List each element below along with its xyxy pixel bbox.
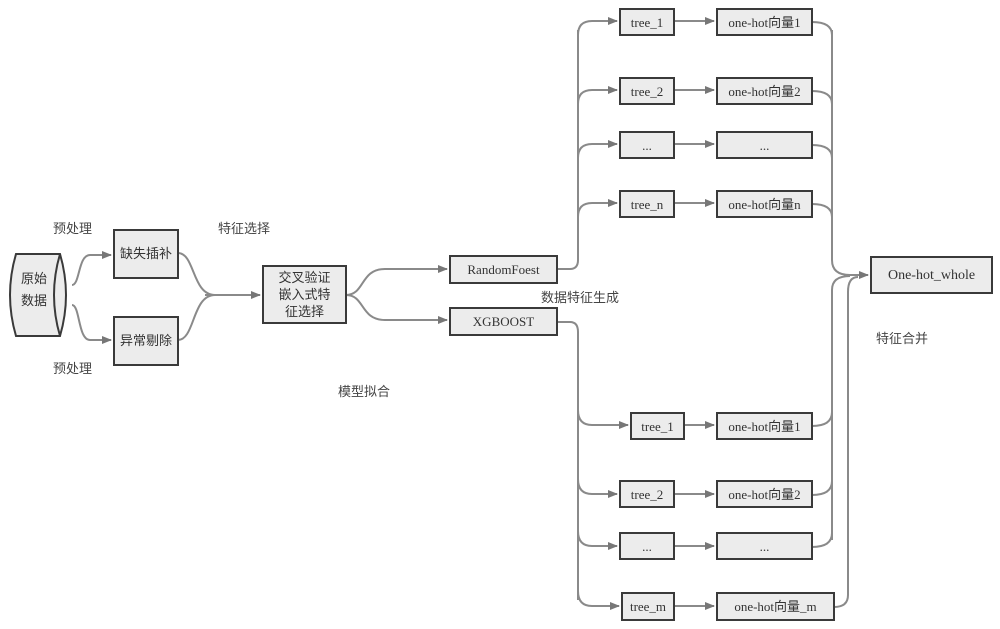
edge-xgb-tree1 bbox=[577, 409, 629, 429]
missing-fill-box[interactable]: 缺失插补 bbox=[113, 229, 179, 279]
edge-xgb-tree3 bbox=[577, 530, 618, 550]
xgb-tree-label: tree_m bbox=[629, 599, 667, 614]
edge-selection-to-rf bbox=[345, 265, 448, 296]
model-fit-label: 模型拟合 bbox=[338, 384, 391, 399]
edge-rf-tree4 bbox=[577, 199, 618, 218]
xgb-tree-box[interactable]: tree_1 bbox=[630, 412, 685, 440]
xgb-vector-box[interactable]: one-hot向量_m bbox=[716, 592, 835, 621]
edge-source-to-missing bbox=[71, 251, 112, 286]
random-forest-label: RandomFoest bbox=[467, 262, 540, 277]
feature-selection-box[interactable]: 交叉验证 嵌入式特 征选择 bbox=[262, 265, 347, 324]
feature-selection-label: 特征选择 bbox=[218, 221, 271, 236]
outlier-remove-label: 异常剔除 bbox=[119, 333, 172, 348]
raw-data-label: 原始 数据 bbox=[12, 268, 56, 312]
edge-xgb-v1-bus bbox=[811, 411, 833, 427]
xgb-bus bbox=[557, 321, 579, 600]
one-hot-whole-box[interactable]: One-hot_whole bbox=[870, 256, 993, 294]
feature-selection-line2: 嵌入式特 bbox=[278, 287, 331, 302]
xgb-tree-box[interactable]: ... bbox=[619, 532, 675, 560]
rf-vector-box[interactable]: one-hot向量1 bbox=[716, 8, 813, 36]
edge-xgb-tree2 bbox=[577, 478, 618, 498]
edge-rf-v4-bus bbox=[811, 203, 833, 218]
edge-rf-tree1 bbox=[577, 17, 618, 36]
edge-xgb-v3-bus bbox=[811, 532, 833, 548]
raw-data-line2: 数据 bbox=[20, 293, 47, 308]
rf-vector-label: one-hot向量n bbox=[728, 196, 801, 212]
xgb-vector-label: one-hot向量_m bbox=[734, 599, 817, 614]
xgb-tree-label: tree_1 bbox=[641, 418, 674, 434]
outlier-remove-box[interactable]: 异常剔除 bbox=[113, 316, 179, 366]
edge-rf-tree2 bbox=[577, 86, 618, 105]
rf-vector-label: one-hot向量1 bbox=[728, 14, 801, 30]
xgb-vector-box[interactable]: ... bbox=[716, 532, 813, 560]
xgboost-label: XGBOOST bbox=[472, 314, 535, 329]
edge-rf-v1-bus bbox=[811, 21, 833, 36]
rf-tree-label: tree_n bbox=[630, 196, 664, 212]
rf-tree-box[interactable]: tree_n bbox=[619, 190, 675, 218]
xgb-tree-box[interactable]: tree_2 bbox=[619, 480, 675, 508]
xgb-vector-label: one-hot向量1 bbox=[728, 418, 801, 434]
edge-xgb-v2-bus bbox=[811, 480, 833, 496]
merge-bus-top bbox=[831, 30, 869, 279]
rf-tree-box[interactable]: tree_1 bbox=[619, 8, 675, 36]
xgb-tree-label: ... bbox=[642, 538, 652, 554]
rf-tree-box[interactable]: ... bbox=[619, 131, 675, 159]
edge-xgb-v4-bus bbox=[833, 276, 859, 608]
xgb-vector-label: one-hot向量2 bbox=[728, 486, 801, 502]
xgb-tree-label: tree_2 bbox=[630, 486, 664, 502]
missing-fill-label: 缺失插补 bbox=[119, 246, 172, 261]
rf-tree-label: tree_1 bbox=[630, 14, 664, 30]
edge-rf-v2-bus bbox=[811, 90, 833, 105]
feature-selection-line1: 交叉验证 bbox=[278, 270, 331, 285]
rf-vector-label: one-hot向量2 bbox=[728, 83, 801, 99]
rf-tree-label: ... bbox=[642, 137, 652, 153]
feature-selection-line3: 征选择 bbox=[284, 304, 324, 319]
edge-selection-to-xgb bbox=[345, 294, 448, 324]
xgboost-box[interactable]: XGBOOST bbox=[449, 307, 558, 336]
edge-xgb-tree4 bbox=[577, 590, 620, 610]
edge-rf-tree3 bbox=[577, 140, 618, 159]
edge-outlier-to-merge bbox=[177, 294, 216, 341]
raw-data-line1: 原始 bbox=[20, 271, 47, 286]
xgb-vector-box[interactable]: one-hot向量1 bbox=[716, 412, 813, 440]
rf-tree-box[interactable]: tree_2 bbox=[619, 77, 675, 105]
random-forest-box[interactable]: RandomFoest bbox=[449, 255, 558, 284]
xgb-vector-label: ... bbox=[759, 538, 770, 554]
rf-vector-label: ... bbox=[759, 137, 770, 153]
edge-rf-v3-bus bbox=[811, 144, 833, 159]
preprocess-label-bottom: 预处理 bbox=[53, 361, 93, 376]
rf-bus bbox=[557, 30, 579, 270]
edge-missing-to-merge bbox=[177, 252, 216, 296]
rf-vector-box[interactable]: one-hot向量n bbox=[716, 190, 813, 218]
one-hot-whole-label: One-hot_whole bbox=[887, 267, 976, 283]
xgb-tree-box[interactable]: tree_m bbox=[621, 592, 675, 621]
rf-vector-box[interactable]: one-hot向量2 bbox=[716, 77, 813, 105]
feature-merge-label: 特征合并 bbox=[876, 331, 929, 346]
rf-tree-label: tree_2 bbox=[630, 83, 664, 99]
edge-source-to-outlier bbox=[71, 304, 112, 344]
diagram-canvas: 原始 数据 预处理 预处理 缺失插补 异常剔除 特征选择 交叉验证 嵌入式特 征… bbox=[0, 0, 1000, 629]
rf-vector-box[interactable]: ... bbox=[716, 131, 813, 159]
feature-gen-label: 数据特征生成 bbox=[541, 290, 620, 305]
preprocess-label-top: 预处理 bbox=[53, 221, 93, 236]
xgb-vector-box[interactable]: one-hot向量2 bbox=[716, 480, 813, 508]
